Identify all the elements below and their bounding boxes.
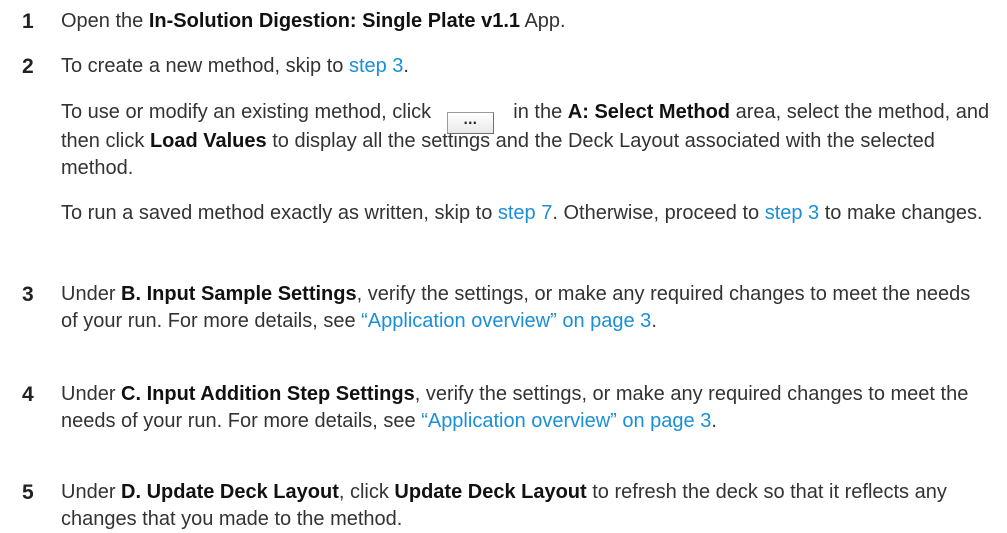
text-fragment: Open the bbox=[61, 10, 149, 32]
text-fragment: to make changes. bbox=[819, 202, 983, 224]
text-fragment: in the bbox=[507, 101, 568, 123]
text-fragment: To create a new method, skip to bbox=[61, 55, 349, 77]
step-7-link[interactable]: step 7 bbox=[498, 202, 552, 224]
step-text: Under D. Update Deck Layout, click Updat… bbox=[61, 479, 991, 533]
application-overview-link[interactable]: “Application overview” on page 3 bbox=[421, 410, 711, 432]
text-fragment: . Otherwise, proceed to bbox=[552, 202, 765, 224]
step-number: 5 bbox=[22, 481, 34, 504]
text-fragment: Under bbox=[61, 383, 122, 405]
text-fragment: , click bbox=[338, 481, 395, 503]
section-name: C. Input Addition Step Settings bbox=[121, 383, 415, 405]
section-name: B. Input Sample Settings bbox=[121, 283, 357, 305]
step-number: 1 bbox=[22, 10, 34, 33]
step-number: 3 bbox=[22, 283, 34, 306]
step-3-link[interactable]: step 3 bbox=[765, 202, 819, 224]
application-overview-link[interactable]: “Application overview” on page 3 bbox=[361, 310, 651, 332]
step-2-paragraph-saved-method: To run a saved method exactly as written… bbox=[61, 200, 991, 227]
text-fragment: To use or modify an existing method, cli… bbox=[61, 101, 437, 123]
step-text: Under B. Input Sample Settings, verify t… bbox=[61, 281, 991, 335]
button-name: Update Deck Layout bbox=[394, 481, 587, 503]
text-fragment: To run a saved method exactly as written… bbox=[61, 202, 498, 224]
section-name: D. Update Deck Layout bbox=[121, 481, 339, 503]
browse-method-button[interactable]: ... bbox=[446, 112, 494, 134]
procedure-page: 1 Open the In-Solution Digestion: Single… bbox=[0, 0, 1007, 533]
step-2-paragraph-existing-method: To use or modify an existing method, cli… bbox=[61, 99, 991, 182]
step-number: 2 bbox=[22, 55, 34, 78]
step-number: 4 bbox=[22, 383, 34, 406]
step-text: Open the In-Solution Digestion: Single P… bbox=[61, 8, 991, 35]
button-name: Load Values bbox=[149, 130, 267, 152]
area-name: A: Select Method bbox=[567, 101, 731, 123]
text-fragment: . bbox=[651, 310, 657, 332]
text-fragment: Under bbox=[61, 283, 122, 305]
step-text: Under C. Input Addition Step Settings, v… bbox=[61, 381, 991, 435]
text-fragment: App. bbox=[520, 10, 566, 32]
step-text: To create a new method, skip to step 3. bbox=[61, 53, 991, 80]
app-name: In-Solution Digestion: Single Plate v1.1 bbox=[148, 10, 520, 32]
text-fragment: . bbox=[711, 410, 717, 432]
text-fragment: . bbox=[403, 55, 409, 77]
step-3-link[interactable]: step 3 bbox=[349, 55, 403, 77]
text-fragment: Under bbox=[61, 481, 122, 503]
